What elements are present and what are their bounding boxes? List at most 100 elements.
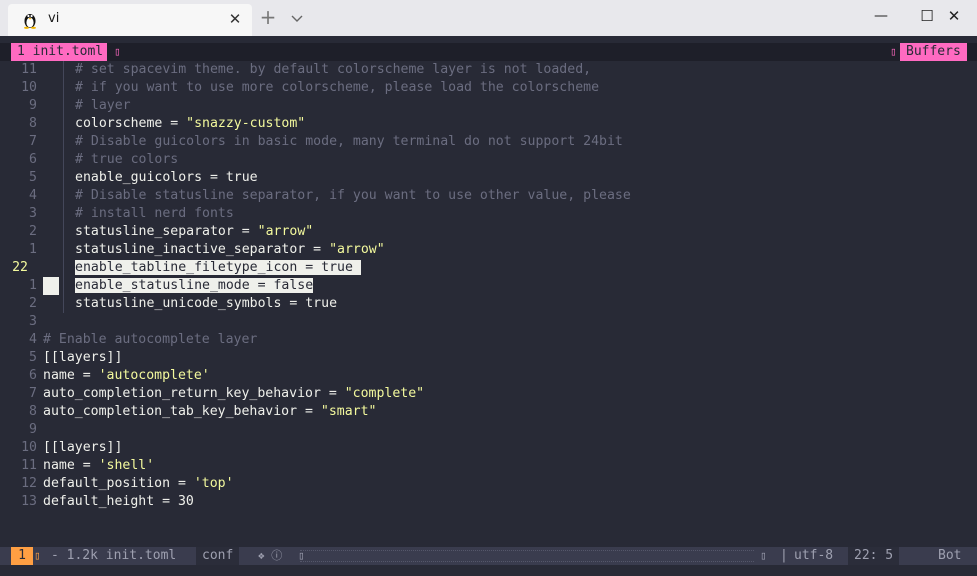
- new-tab-button[interactable]: +: [256, 5, 280, 31]
- line-number: 8: [29, 404, 37, 419]
- line-number: 4: [29, 332, 37, 347]
- minimize-button[interactable]: —: [858, 0, 904, 34]
- cursor-block: [43, 277, 59, 295]
- line-code: [[layers]]: [43, 439, 122, 457]
- editor-line[interactable]: 13 default_height = 30: [0, 493, 977, 511]
- indent-guide: [63, 97, 64, 115]
- indent-guide: [63, 61, 64, 79]
- indent-guide: [63, 133, 64, 151]
- editor-line[interactable]: 3: [0, 313, 977, 331]
- code-text: [[layers]]: [43, 440, 123, 455]
- line-code: enable_statusline_mode = false: [75, 277, 314, 295]
- code-text: name =: [43, 368, 99, 383]
- indent-guide: [63, 295, 64, 313]
- editor-line[interactable]: 10 # if you want to use more colorscheme,…: [0, 79, 977, 97]
- indent-guide: [63, 205, 64, 223]
- editor-line[interactable]: 1 enable_statusline_mode = false: [0, 277, 977, 295]
- code-text: colorscheme =: [75, 116, 187, 131]
- line-code: statusline_unicode_symbols = true: [75, 295, 337, 313]
- code-text: enable_statusline_mode = false: [75, 278, 314, 293]
- editor-line[interactable]: 8 colorscheme = "snazzy-custom": [0, 115, 977, 133]
- editor-line[interactable]: 9: [0, 421, 977, 439]
- linux-tux-icon: [24, 14, 36, 29]
- editor-line[interactable]: 10 [[layers]]: [0, 439, 977, 457]
- code-text: statusline_separator =: [75, 224, 258, 239]
- editor-line[interactable]: 11 name = 'shell': [0, 457, 977, 475]
- comment-text: # layer: [75, 98, 131, 113]
- statusline-file-info: - 1.2k init.toml: [51, 548, 177, 563]
- line-number: 5: [29, 350, 37, 365]
- tab-close-icon[interactable]: ✕: [224, 8, 246, 30]
- editor-line[interactable]: 2 statusline_unicode_symbols = true: [0, 295, 977, 313]
- indent-guide: [63, 169, 64, 187]
- line-code: # layer: [75, 97, 131, 115]
- editor-line[interactable]: 5 [[layers]]: [0, 349, 977, 367]
- line-code: # true colors: [75, 151, 178, 169]
- line-code: colorscheme = "snazzy-custom": [75, 115, 305, 133]
- chevron-down-icon[interactable]: [287, 5, 307, 31]
- code-text: enable_tabline_filetype_icon = true: [75, 260, 361, 275]
- line-code: statusline_separator = "arrow": [75, 223, 313, 241]
- line-code: # Enable autocomplete layer: [43, 331, 257, 349]
- indent-guide: [63, 259, 64, 277]
- code-text: auto_completion_tab_key_behavior =: [43, 404, 321, 419]
- statusline-encoding: utf-8: [794, 548, 834, 563]
- line-number: 11: [21, 62, 37, 77]
- indent-guide: [63, 241, 64, 259]
- tabline-buffers-label: Buffers: [900, 43, 967, 61]
- editor-line[interactable]: 9 # layer: [0, 97, 977, 115]
- string-literal: 'autocomplete': [98, 368, 210, 383]
- string-literal: "snazzy-custom": [186, 116, 306, 131]
- editor-line[interactable]: 5 enable_guicolors = true: [0, 169, 977, 187]
- line-code: default_height = 30: [43, 493, 194, 511]
- code-text: [[layers]]: [43, 350, 123, 365]
- line-code: enable_guicolors = true: [75, 169, 258, 187]
- line-number: 3: [29, 314, 37, 329]
- line-code: # install nerd fonts: [75, 205, 234, 223]
- indent-guide: [63, 115, 64, 133]
- code-text: auto_completion_return_key_behavior =: [43, 386, 345, 401]
- statusline-mode-separator: ▯: [34, 549, 41, 562]
- comment-text: # true colors: [75, 152, 179, 167]
- comment-text: # Disable guicolors in basic mode, many …: [75, 134, 623, 149]
- line-number: 10: [21, 80, 37, 95]
- editor-line[interactable]: 6 # true colors: [0, 151, 977, 169]
- terminal-tab[interactable]: vi ✕: [8, 4, 252, 36]
- line-number: 11: [21, 458, 37, 473]
- editor-line[interactable]: 11 # set spacevim theme. by default color…: [0, 61, 977, 79]
- comment-text: # if you want to use more colorscheme, p…: [75, 80, 600, 95]
- editor-line[interactable]: 1 statusline_inactive_separator = "arrow": [0, 241, 977, 259]
- editor-line[interactable]: 7 auto_completion_return_key_behavior = "…: [0, 385, 977, 403]
- line-number: 12: [21, 476, 37, 491]
- line-number: 9: [29, 422, 37, 437]
- line-code: # set spacevim theme. by default colorsc…: [75, 61, 591, 79]
- editor-line[interactable]: 4 # Enable autocomplete layer: [0, 331, 977, 349]
- statusline-right-separator: ▯: [760, 549, 767, 562]
- editor-line[interactable]: 22 enable_tabline_filetype_icon = true: [0, 259, 977, 277]
- close-window-button[interactable]: ✕: [931, 0, 977, 34]
- tabline-current-tab[interactable]: 1 init.toml: [11, 43, 108, 61]
- editor-line[interactable]: 8 auto_completion_tab_key_behavior = "sma…: [0, 403, 977, 421]
- line-code: # Disable guicolors in basic mode, many …: [75, 133, 623, 151]
- statusline-icons: ❖ ⓘ: [258, 549, 283, 562]
- editor-line[interactable]: 4 # Disable statusline separator, if you …: [0, 187, 977, 205]
- line-number: 5: [29, 170, 37, 185]
- statusline-mode: 1: [11, 547, 33, 565]
- vim-tabline: 1 init.toml ▯ ▯ Buffers: [0, 43, 977, 61]
- line-number: 2: [29, 296, 37, 311]
- line-number: 3: [29, 206, 37, 221]
- line-code: name = 'autocomplete': [43, 367, 210, 385]
- line-number: 2: [29, 224, 37, 239]
- line-number: 1: [29, 242, 37, 257]
- editor-line[interactable]: 3 # install nerd fonts: [0, 205, 977, 223]
- editor-line[interactable]: 6 name = 'autocomplete': [0, 367, 977, 385]
- line-number: 9: [29, 98, 37, 113]
- editor-line[interactable]: 12 default_position = 'top': [0, 475, 977, 493]
- line-code: # Disable statusline separator, if you w…: [75, 187, 631, 205]
- code-text: default_position =: [43, 476, 194, 491]
- editor-line[interactable]: 7 # Disable guicolors in basic mode, many…: [0, 133, 977, 151]
- statusline-filetype: conf: [196, 547, 240, 565]
- string-literal: "arrow": [257, 224, 314, 239]
- line-number: 6: [29, 152, 37, 167]
- editor-line[interactable]: 2 statusline_separator = "arrow": [0, 223, 977, 241]
